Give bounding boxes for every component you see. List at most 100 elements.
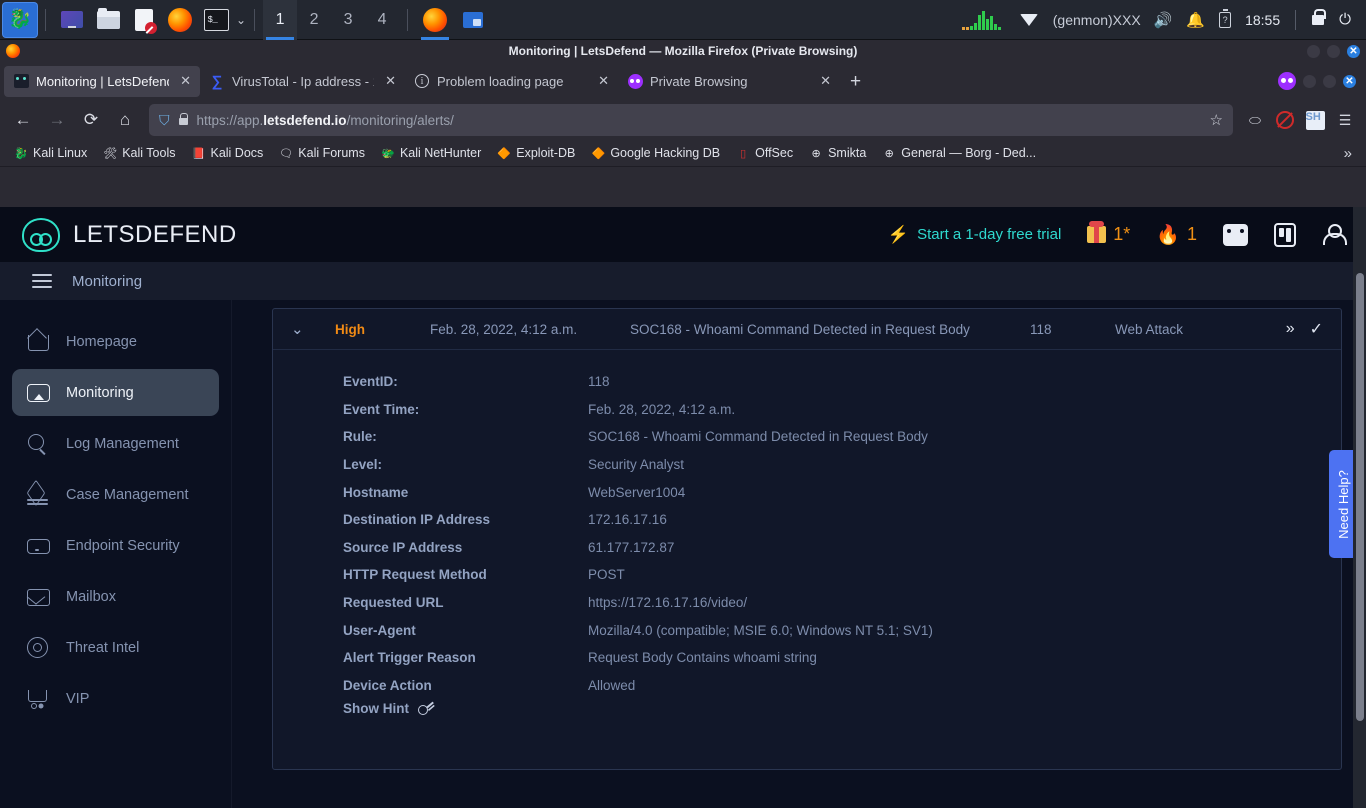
workspace-3[interactable]: 3 xyxy=(331,0,365,40)
close-alert-icon[interactable]: ✓ xyxy=(1310,319,1323,339)
firefox-icon[interactable] xyxy=(165,5,195,35)
open-details-icon[interactable]: » xyxy=(1286,320,1295,338)
tab-label: VirusTotal - Ip address - 1 xyxy=(232,73,375,89)
app-header: LETSDEFEND ⚡ Start a 1-day free trial 1*… xyxy=(0,207,1366,262)
home-button[interactable]: ⌂ xyxy=(109,104,141,136)
bookmark-kali-tools[interactable]: 🛠 Kali Tools xyxy=(97,144,181,162)
detail-value: Security Analyst xyxy=(588,457,685,473)
bookmark-offsec[interactable]: ▯ OffSec xyxy=(730,144,799,162)
close-icon[interactable]: ✕ xyxy=(385,73,396,89)
sidebar-item-log-management[interactable]: Log Management xyxy=(12,420,219,467)
clock-label[interactable]: 18:55 xyxy=(1245,12,1280,28)
close-button[interactable]: ✕ xyxy=(1343,74,1356,88)
minimize-button[interactable] xyxy=(1307,44,1320,58)
forward-button[interactable]: → xyxy=(41,104,73,136)
bookmarks-overflow-button[interactable]: » xyxy=(1344,145,1358,162)
detail-label: Hostname xyxy=(343,484,409,500)
kali-docs-icon: 📕 xyxy=(191,147,206,160)
bookmark-kali-docs[interactable]: 📕 Kali Docs xyxy=(185,144,269,162)
cart-icon xyxy=(26,687,49,710)
bookmark-star-icon[interactable]: ☆ xyxy=(1210,111,1223,129)
menu-icon[interactable]: ☰ xyxy=(1331,106,1359,134)
gift-counter[interactable]: 1* xyxy=(1087,221,1130,245)
sidebar-item-vip[interactable]: VIP xyxy=(12,675,219,722)
letsdefend-mascot-icon xyxy=(22,217,60,252)
close-icon[interactable]: ✕ xyxy=(820,73,831,89)
sidebar-item-case-management[interactable]: Case Management xyxy=(12,471,219,518)
bookmark-smikta[interactable]: ⊕ Smikta xyxy=(803,144,872,162)
bookmark-exploit-db[interactable]: 🔶 Exploit-DB xyxy=(491,144,581,162)
shield-icon[interactable]: ⛉ xyxy=(159,112,170,129)
alert-detail-panel: EventID: 118 Event Time: Feb. 28, 2022, 4:… xyxy=(273,350,1341,716)
workspace-2[interactable]: 2 xyxy=(297,0,331,40)
free-trial-link[interactable]: ⚡ Start a 1-day free trial xyxy=(888,225,1061,245)
bookmark-general-borg[interactable]: ⊕ General — Borg - Ded... xyxy=(876,144,1042,162)
close-button[interactable]: ✕ xyxy=(1347,44,1360,58)
sidebar-item-threat-intel[interactable]: Threat Intel xyxy=(12,624,219,671)
user-account-icon[interactable] xyxy=(1322,223,1347,246)
page-scrollbar[interactable] xyxy=(1353,207,1366,808)
bookmark-label: Google Hacking DB xyxy=(610,146,721,160)
bookmark-google-hacking-db[interactable]: 🔶 Google Hacking DB xyxy=(585,144,726,162)
chevron-down-icon[interactable]: ⌄ xyxy=(236,13,246,27)
show-hint-button[interactable]: Show Hint xyxy=(343,701,1341,716)
robot-icon[interactable] xyxy=(1223,223,1248,246)
new-tab-button[interactable]: + xyxy=(840,72,871,91)
search-icon xyxy=(26,432,49,455)
battery-icon[interactable]: ? xyxy=(1219,9,1232,28)
maximize-button[interactable] xyxy=(1323,74,1336,88)
workspace-1[interactable]: 1 xyxy=(263,0,298,40)
file-manager-icon[interactable] xyxy=(93,5,123,35)
sidebar-item-mailbox[interactable]: Mailbox xyxy=(12,573,219,620)
url-bar[interactable]: ⛉ https://app.letsdefend.io/monitoring/a… xyxy=(149,104,1233,136)
firefox-window: Monitoring | LetsDefend — Mozilla Firefo… xyxy=(0,40,1366,808)
sidebar: Homepage Monitoring Log Management Case … xyxy=(0,300,232,808)
speaker-icon[interactable]: 🔊 xyxy=(1154,11,1173,29)
text-editor-icon[interactable] xyxy=(129,5,159,35)
bookmark-kali-forums[interactable]: 🗨 Kali Forums xyxy=(273,144,371,162)
firefox-titlebar: Monitoring | LetsDefend — Mozilla Firefo… xyxy=(0,40,1366,62)
sidebar-item-homepage[interactable]: Homepage xyxy=(12,318,219,365)
close-icon[interactable]: ✕ xyxy=(180,73,191,89)
bookmark-kali-linux[interactable]: 🐉 Kali Linux xyxy=(8,144,93,162)
main-content: ⌄ High Feb. 28, 2022, 4:12 a.m. SOC168 -… xyxy=(232,300,1366,808)
alert-summary-row[interactable]: ⌄ High Feb. 28, 2022, 4:12 a.m. SOC168 -… xyxy=(273,309,1341,350)
bookmark-kali-nethunter[interactable]: 🐲 Kali NetHunter xyxy=(375,144,487,162)
sidebar-item-label: Threat Intel xyxy=(66,639,140,656)
streak-counter[interactable]: 🔥 1 xyxy=(1156,223,1197,247)
kali-menu-icon[interactable]: 🐉 xyxy=(3,2,37,37)
minimize-button[interactable] xyxy=(1303,74,1316,88)
app-logo[interactable]: LETSDEFEND xyxy=(22,217,237,252)
scrollbar-thumb[interactable] xyxy=(1355,273,1364,721)
taskbar-window-files[interactable] xyxy=(454,0,492,40)
chevron-down-icon[interactable]: ⌄ xyxy=(291,320,335,338)
wifi-icon[interactable] xyxy=(1019,13,1038,26)
app-subbar: Monitoring xyxy=(0,262,1366,300)
bell-icon[interactable]: 🔔 xyxy=(1186,11,1205,29)
layers-icon xyxy=(26,483,49,506)
alert-date: Feb. 28, 2022, 4:12 a.m. xyxy=(430,321,578,337)
sh-extension-icon[interactable]: SH xyxy=(1301,106,1329,134)
padlock-icon[interactable] xyxy=(178,112,188,125)
back-button[interactable]: ← xyxy=(7,104,39,136)
tab-problem-loading-page[interactable]: i Problem loading page ✕ xyxy=(405,66,618,97)
maximize-button[interactable] xyxy=(1327,44,1340,58)
reload-button[interactable]: ⟳ xyxy=(75,104,107,136)
taskbar-window-firefox[interactable] xyxy=(416,0,454,40)
sidebar-toggle-icon[interactable] xyxy=(32,274,52,288)
power-icon[interactable]: ⏻ xyxy=(1339,11,1351,28)
workspace-4[interactable]: 4 xyxy=(365,0,399,40)
tab-virustotal[interactable]: ∑ VirusTotal - Ip address - 1 ✕ xyxy=(200,66,405,97)
blocked-extension-icon[interactable] xyxy=(1271,106,1299,134)
terminal-icon[interactable]: $_ xyxy=(201,5,231,35)
board-icon[interactable] xyxy=(1274,222,1296,247)
close-icon[interactable]: ✕ xyxy=(598,73,609,89)
sidebar-item-endpoint-security[interactable]: Endpoint Security xyxy=(12,522,219,569)
sidebar-item-monitoring[interactable]: Monitoring xyxy=(12,369,219,416)
tab-private-browsing[interactable]: Private Browsing ✕ xyxy=(618,66,840,97)
tab-monitoring-letsdefend[interactable]: Monitoring | LetsDefend ✕ xyxy=(4,65,200,97)
files-manager-icon[interactable] xyxy=(57,5,87,35)
pocket-icon[interactable]: ⬭ xyxy=(1241,106,1269,134)
lock-icon[interactable] xyxy=(1312,8,1327,25)
detail-row: Source IP Address 61.177.172.87 xyxy=(343,534,1341,562)
